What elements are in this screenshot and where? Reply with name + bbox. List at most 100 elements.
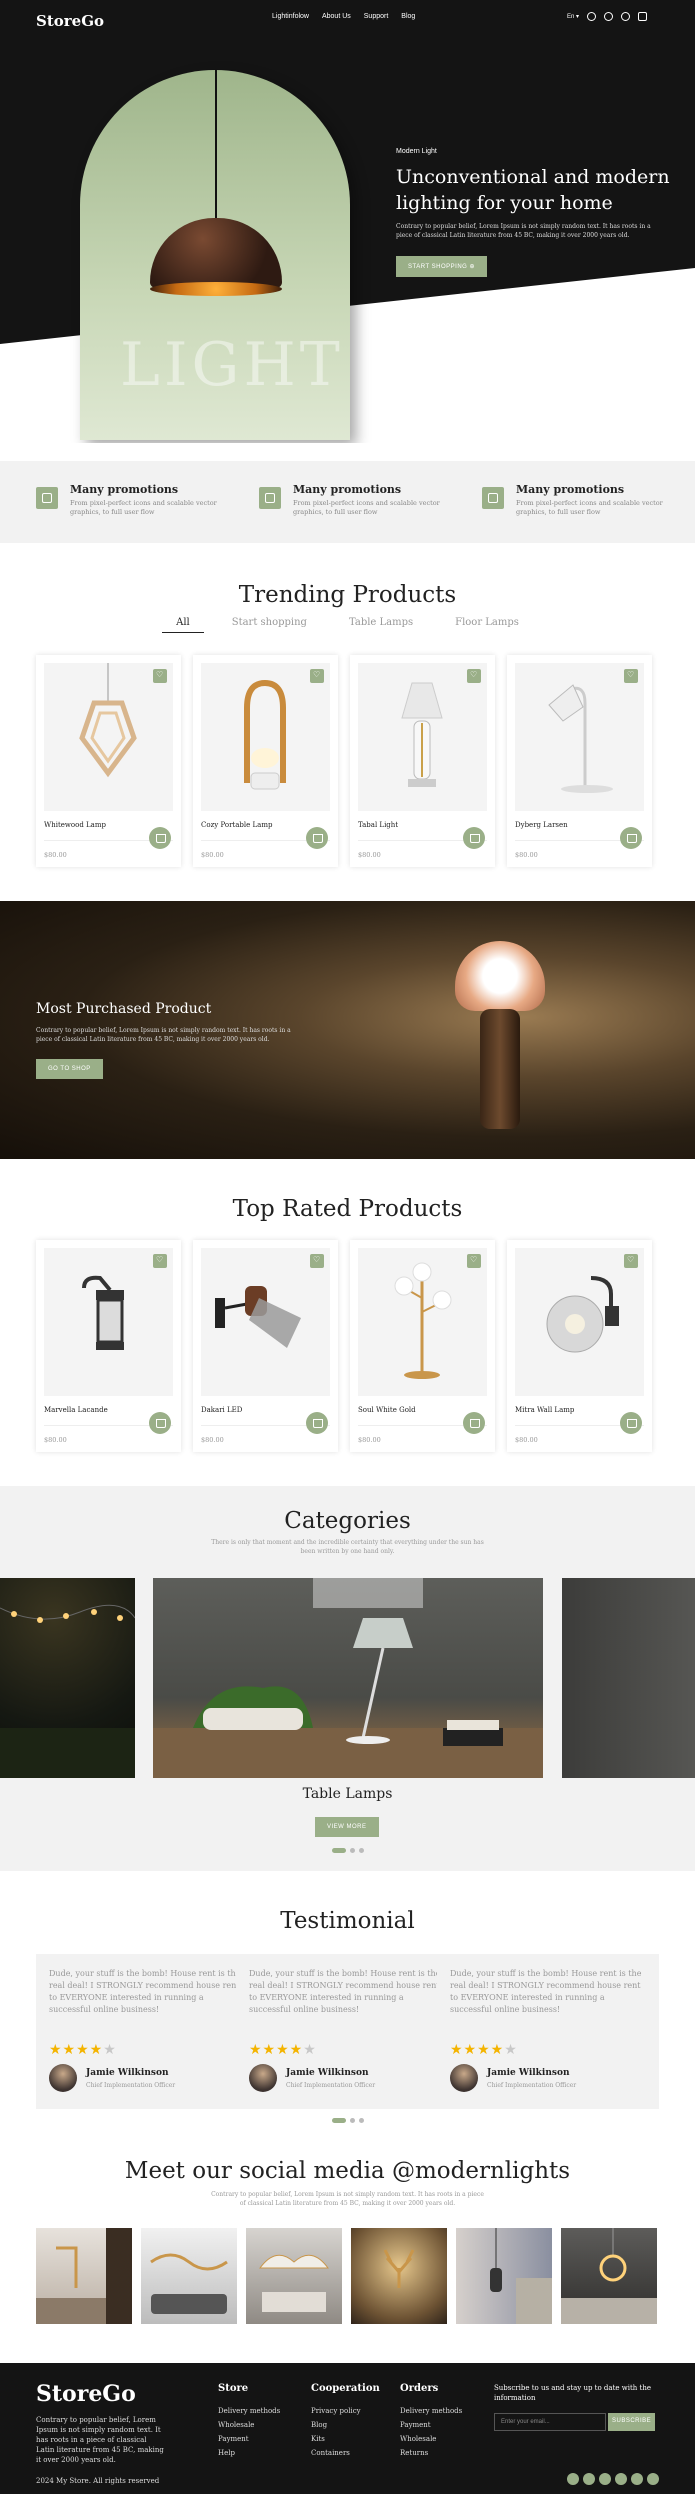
wishlist-icon[interactable] xyxy=(624,669,638,683)
reviewer-name: Jamie Wilkinson xyxy=(487,2068,570,2078)
product-name[interactable]: Mitra Wall Lamp xyxy=(515,1406,574,1414)
product-name[interactable]: Cozy Portable Lamp xyxy=(201,821,272,829)
product-card[interactable]: Dakari LED $80.00 xyxy=(193,1240,338,1452)
product-name[interactable]: Tabal Light xyxy=(358,821,398,829)
product-image xyxy=(515,1248,644,1396)
footer-link[interactable]: Help xyxy=(218,2446,280,2460)
product-card[interactable]: Soul White Gold $80.00 xyxy=(350,1240,495,1452)
wishlist-icon[interactable] xyxy=(153,1254,167,1268)
wishlist-icon[interactable] xyxy=(153,669,167,683)
add-to-cart-icon[interactable] xyxy=(620,1412,642,1434)
menu-item-blog[interactable]: Blog xyxy=(401,13,415,20)
add-to-cart-icon[interactable] xyxy=(463,827,485,849)
carousel-dot-active[interactable] xyxy=(332,1848,346,1853)
rating-stars: ★★★★★ xyxy=(49,2042,117,2058)
footer-link[interactable]: Wholesale xyxy=(400,2432,462,2446)
product-name[interactable]: Marvella Lacande xyxy=(44,1406,108,1414)
footer-link[interactable]: Wholesale xyxy=(218,2418,280,2432)
linkedin-icon[interactable] xyxy=(647,2473,659,2485)
tab-floor-lamps[interactable]: Floor Lamps xyxy=(441,617,533,633)
pinterest-icon[interactable] xyxy=(615,2473,627,2485)
categories-section: Categories There is only that moment and… xyxy=(0,1486,695,1871)
footer-link[interactable]: Containers xyxy=(311,2446,380,2460)
user-icon[interactable] xyxy=(604,12,613,21)
testimonial-card: Dude, your stuff is the bomb! House rent… xyxy=(36,1954,258,2109)
banner-title: Most Purchased Product xyxy=(36,1001,212,1017)
carousel-dot[interactable] xyxy=(350,1848,355,1853)
menu-item-about[interactable]: About Us xyxy=(322,13,351,20)
subscribe-button[interactable]: SUBSCRIBE xyxy=(608,2413,656,2431)
wishlist-icon[interactable] xyxy=(621,12,630,21)
product-name[interactable]: Soul White Gold xyxy=(358,1406,416,1414)
search-icon[interactable] xyxy=(587,12,596,21)
category-slide-outdoor[interactable] xyxy=(0,1578,136,1778)
product-card[interactable]: Tabal Light $80.00 xyxy=(350,655,495,867)
footer-link[interactable]: Delivery methods xyxy=(218,2404,280,2418)
instagram-icon[interactable] xyxy=(599,2473,611,2485)
social-image[interactable] xyxy=(36,2228,132,2324)
product-card[interactable]: Marvella Lacande $80.00 xyxy=(36,1240,181,1452)
wishlist-icon[interactable] xyxy=(310,669,324,683)
wishlist-icon[interactable] xyxy=(624,1254,638,1268)
footer-link[interactable]: Payment xyxy=(400,2418,462,2432)
reviewer-role: Chief Implementation Officer xyxy=(286,2082,376,2089)
footer-link[interactable]: Kits xyxy=(311,2432,380,2446)
product-card[interactable]: Cozy Portable Lamp $80.00 xyxy=(193,655,338,867)
wall-light-photo-icon xyxy=(36,2228,132,2324)
product-name[interactable]: Whitewood Lamp xyxy=(44,821,106,829)
footer-link[interactable]: Blog xyxy=(311,2418,380,2432)
main-menu: Lightinfolow About Us Support Blog xyxy=(272,13,415,20)
category-slide-table-lamps[interactable] xyxy=(153,1578,543,1778)
add-to-cart-icon[interactable] xyxy=(149,827,171,849)
carousel-dot[interactable] xyxy=(359,2118,364,2123)
social-image[interactable] xyxy=(141,2228,237,2324)
wishlist-icon[interactable] xyxy=(467,669,481,683)
cart-icon[interactable] xyxy=(638,12,647,21)
email-input[interactable]: Enter your email... xyxy=(494,2413,606,2431)
product-name[interactable]: Dyberg Larsen xyxy=(515,821,568,829)
footer-link[interactable]: Returns xyxy=(400,2446,462,2460)
product-card[interactable]: Mitra Wall Lamp $80.00 xyxy=(507,1240,652,1452)
add-to-cart-icon[interactable] xyxy=(306,827,328,849)
product-image xyxy=(358,663,487,811)
add-to-cart-icon[interactable] xyxy=(306,1412,328,1434)
add-to-cart-icon[interactable] xyxy=(620,827,642,849)
social-image[interactable] xyxy=(246,2228,342,2324)
social-image[interactable] xyxy=(561,2228,657,2324)
footer-logo[interactable]: StoreGo xyxy=(36,2381,136,2407)
product-card[interactable]: Dyberg Larsen $80.00 xyxy=(507,655,652,867)
category-slide-wall[interactable] xyxy=(562,1578,695,1778)
social-image[interactable] xyxy=(351,2228,447,2324)
start-shopping-button[interactable]: START SHOPPING ⊕ xyxy=(396,256,488,277)
testimonial-card: Dude, your stuff is the bomb! House rent… xyxy=(437,1954,659,2109)
product-price: $80.00 xyxy=(358,1436,381,1444)
wishlist-icon[interactable] xyxy=(467,1254,481,1268)
footer-link[interactable]: Payment xyxy=(218,2432,280,2446)
social-image[interactable] xyxy=(456,2228,552,2324)
language-selector[interactable]: En ▾ xyxy=(567,13,579,20)
carousel-dot[interactable] xyxy=(359,1848,364,1853)
twitter-icon[interactable] xyxy=(583,2473,595,2485)
tab-table-lamps[interactable]: Table Lamps xyxy=(335,617,427,633)
menu-item-support[interactable]: Support xyxy=(364,13,389,20)
tab-start-shopping[interactable]: Start shopping xyxy=(218,617,321,633)
footer-column-cooperation: Cooperation Privacy policy Blog Kits Con… xyxy=(311,2383,380,2460)
youtube-icon[interactable] xyxy=(631,2473,643,2485)
product-name[interactable]: Dakari LED xyxy=(201,1406,242,1414)
footer-link[interactable]: Delivery methods xyxy=(400,2404,462,2418)
tab-all[interactable]: All xyxy=(162,617,204,633)
go-to-shop-button[interactable]: GO TO SHOP xyxy=(36,1059,103,1079)
wishlist-icon[interactable] xyxy=(310,1254,324,1268)
view-more-button[interactable]: VIEW MORE xyxy=(315,1817,379,1837)
facebook-icon[interactable] xyxy=(567,2473,579,2485)
table-lamp-icon xyxy=(401,682,443,787)
menu-item-lightinfolow[interactable]: Lightinfolow xyxy=(272,13,309,20)
product-card[interactable]: Whitewood Lamp $80.00 xyxy=(36,655,181,867)
brand-logo[interactable]: StoreGo xyxy=(36,12,104,30)
carousel-dot[interactable] xyxy=(350,2118,355,2123)
trending-title: Trending Products xyxy=(238,582,457,608)
add-to-cart-icon[interactable] xyxy=(149,1412,171,1434)
footer-link[interactable]: Privacy policy xyxy=(311,2404,380,2418)
add-to-cart-icon[interactable] xyxy=(463,1412,485,1434)
carousel-dot-active[interactable] xyxy=(332,2118,346,2123)
